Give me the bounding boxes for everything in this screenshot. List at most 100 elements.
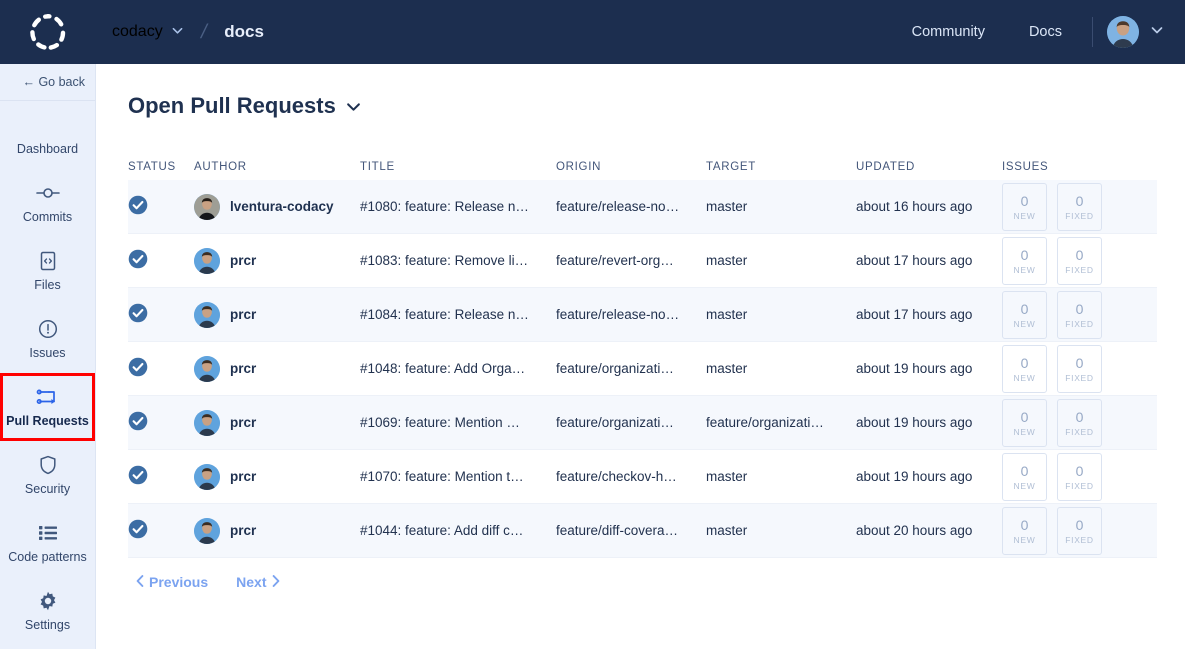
author-name: prcr bbox=[230, 469, 257, 484]
author-name: prcr bbox=[230, 361, 257, 376]
next-page-label: Next bbox=[236, 574, 267, 590]
fixed-issues-badge[interactable]: 0 FIXED bbox=[1057, 236, 1102, 285]
alert-circle-icon bbox=[38, 319, 58, 339]
chevron-down-icon[interactable] bbox=[172, 23, 183, 41]
issues-cell: 0 NEW 0 FIXED bbox=[1002, 452, 1157, 501]
new-issues-count: 0 bbox=[1020, 300, 1029, 317]
table-row[interactable]: prcr #1070: feature: Mention t… feature/ch… bbox=[128, 450, 1157, 504]
sidebar-item-label: Issues bbox=[29, 345, 66, 360]
page-title[interactable]: Open Pull Requests bbox=[128, 93, 361, 119]
table-row[interactable]: prcr #1069: feature: Mention … feature/org… bbox=[128, 396, 1157, 450]
fixed-issues-label: FIXED bbox=[1065, 318, 1094, 329]
author-cell: prcr bbox=[194, 517, 360, 544]
status-cell bbox=[128, 249, 194, 272]
pr-title[interactable]: #1084: feature: Release n… bbox=[360, 307, 556, 322]
check-circle-icon bbox=[128, 303, 148, 326]
fixed-issues-badge[interactable]: 0 FIXED bbox=[1057, 344, 1102, 393]
author-cell: prcr bbox=[194, 247, 360, 274]
fixed-issues-label: FIXED bbox=[1065, 426, 1094, 437]
new-issues-badge[interactable]: 0 NEW bbox=[1002, 344, 1047, 393]
target-branch: master bbox=[706, 253, 748, 268]
pr-title[interactable]: #1080: feature: Release n… bbox=[360, 199, 556, 214]
new-issues-badge[interactable]: 0 NEW bbox=[1002, 182, 1047, 231]
table-row[interactable]: prcr #1083: feature: Remove li… feature/re… bbox=[128, 234, 1157, 288]
sidebar-item-settings[interactable]: Settings bbox=[0, 577, 95, 645]
pr-title[interactable]: #1044: feature: Add diff c… bbox=[360, 523, 556, 538]
avatar bbox=[194, 517, 220, 544]
sidebar-item-issues[interactable]: Issues bbox=[0, 305, 95, 373]
top-header-bar: codacy / docs Community Docs bbox=[0, 0, 1185, 64]
fixed-issues-badge[interactable]: 0 FIXED bbox=[1057, 182, 1102, 231]
author-name: prcr bbox=[230, 307, 257, 322]
chevron-down-icon[interactable] bbox=[1151, 23, 1163, 41]
previous-page-label: Previous bbox=[149, 574, 209, 590]
fixed-issues-label: FIXED bbox=[1065, 480, 1094, 491]
go-back-button[interactable]: ← Go back bbox=[0, 64, 95, 101]
new-issues-badge[interactable]: 0 NEW bbox=[1002, 236, 1047, 285]
pr-title[interactable]: #1083: feature: Remove li… bbox=[360, 253, 556, 268]
page-title-text: Open Pull Requests bbox=[128, 93, 336, 118]
issues-cell: 0 NEW 0 FIXED bbox=[1002, 290, 1157, 339]
new-issues-badge[interactable]: 0 NEW bbox=[1002, 398, 1047, 447]
table-row[interactable]: prcr #1048: feature: Add Orga… feature/org… bbox=[128, 342, 1157, 396]
new-issues-badge[interactable]: 0 NEW bbox=[1002, 452, 1047, 501]
avatar bbox=[194, 301, 220, 328]
chevron-down-icon[interactable] bbox=[346, 99, 361, 114]
next-page-button[interactable]: Next bbox=[236, 574, 279, 590]
author-cell: prcr bbox=[194, 301, 360, 328]
fixed-issues-badge[interactable]: 0 FIXED bbox=[1057, 452, 1102, 501]
target-branch: master bbox=[706, 307, 748, 322]
sidebar-item-label: Pull Requests bbox=[6, 413, 89, 428]
table-row[interactable]: prcr #1044: feature: Add diff c… feature/d… bbox=[128, 504, 1157, 558]
origin-branch: feature/release-no… bbox=[556, 199, 680, 214]
fixed-issues-count: 0 bbox=[1075, 408, 1084, 425]
table-row[interactable]: lventura-codacy #1080: feature: Release n… bbox=[128, 180, 1157, 234]
table-row[interactable]: prcr #1084: feature: Release n… feature/re… bbox=[128, 288, 1157, 342]
pagination: Previous Next bbox=[136, 574, 280, 590]
column-header-updated: UPDATED bbox=[856, 161, 915, 173]
previous-page-button[interactable]: Previous bbox=[136, 574, 208, 590]
main-content: Open Pull Requests STATUS AUTHOR TITLE O… bbox=[96, 64, 1185, 649]
avatar bbox=[194, 409, 220, 436]
column-header-origin: ORIGIN bbox=[556, 161, 602, 173]
new-issues-badge[interactable]: 0 NEW bbox=[1002, 506, 1047, 555]
fixed-issues-badge[interactable]: 0 FIXED bbox=[1057, 506, 1102, 555]
breadcrumb-repo[interactable]: docs bbox=[224, 22, 264, 42]
sidebar-item-label: Commits bbox=[22, 209, 73, 224]
chart-line-icon bbox=[37, 115, 59, 135]
sidebar-item-commits[interactable]: Commits bbox=[0, 169, 95, 237]
sidebar-item-security[interactable]: Security bbox=[0, 441, 95, 509]
status-cell bbox=[128, 411, 194, 434]
status-cell bbox=[128, 519, 194, 542]
fixed-issues-badge[interactable]: 0 FIXED bbox=[1057, 398, 1102, 447]
updated-time: about 20 hours ago bbox=[856, 523, 973, 538]
sidebar-item-files[interactable]: Files bbox=[0, 237, 95, 305]
logo-container[interactable] bbox=[0, 12, 96, 52]
author-cell: prcr bbox=[194, 355, 360, 382]
community-link[interactable]: Community bbox=[890, 24, 1007, 40]
column-header-status: STATUS bbox=[128, 161, 176, 173]
author-cell: prcr bbox=[194, 463, 360, 490]
check-circle-icon bbox=[128, 195, 148, 218]
target-branch: master bbox=[706, 199, 748, 214]
fixed-issues-badge[interactable]: 0 FIXED bbox=[1057, 290, 1102, 339]
check-circle-icon bbox=[128, 357, 148, 380]
pr-title[interactable]: #1070: feature: Mention t… bbox=[360, 469, 556, 484]
status-cell bbox=[128, 357, 194, 380]
column-header-issues: ISSUES bbox=[1002, 161, 1049, 173]
sidebar-item-pull-requests[interactable]: Pull Requests bbox=[0, 373, 95, 441]
sidebar-item-code-patterns[interactable]: Code patterns bbox=[0, 509, 95, 577]
sidebar-item-label: Code patterns bbox=[8, 549, 87, 564]
new-issues-badge[interactable]: 0 NEW bbox=[1002, 290, 1047, 339]
avatar[interactable] bbox=[1107, 16, 1139, 48]
pr-title[interactable]: #1069: feature: Mention … bbox=[360, 415, 556, 430]
pr-title[interactable]: #1048: feature: Add Orga… bbox=[360, 361, 556, 376]
file-code-icon bbox=[39, 251, 57, 271]
header-nav: Community Docs bbox=[890, 16, 1185, 48]
breadcrumb-separator: / bbox=[198, 20, 209, 43]
target-branch: feature/organizati… bbox=[706, 415, 824, 430]
updated-time: about 19 hours ago bbox=[856, 469, 973, 484]
breadcrumb-org[interactable]: codacy bbox=[112, 23, 163, 41]
docs-link[interactable]: Docs bbox=[1007, 24, 1084, 40]
sidebar-item-dashboard[interactable]: Dashboard bbox=[0, 101, 95, 169]
